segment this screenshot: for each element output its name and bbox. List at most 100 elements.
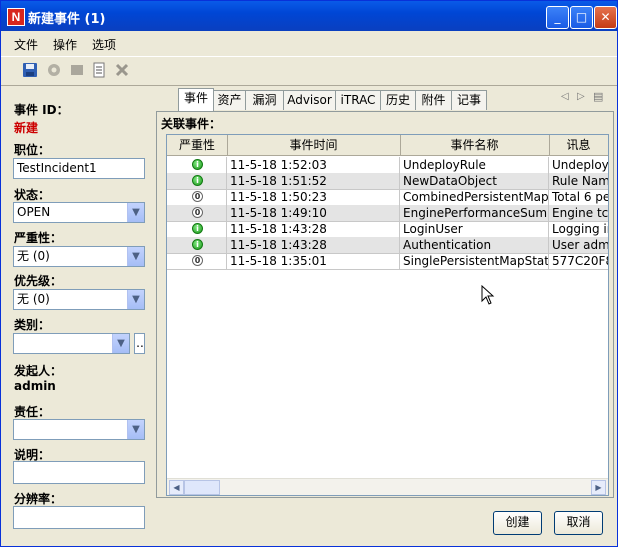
table-row[interactable]: 0 11-5-18 1:35:01 SinglePersistentMapStatu… bbox=[167, 253, 608, 270]
chevron-down-icon[interactable]: ▼ bbox=[127, 290, 144, 309]
tab-strip: 事件 资产 漏洞 Advisor iTRAC 历史 附件 记事 ◁ ▷ ▤ bbox=[154, 87, 617, 111]
table-row[interactable]: 0 11-5-18 1:49:10 EnginePerformanceSum... E… bbox=[167, 205, 608, 222]
minimize-button[interactable]: _ bbox=[546, 6, 569, 29]
tab-scroll-right-icon[interactable]: ▷ bbox=[577, 91, 585, 102]
description-field[interactable] bbox=[13, 461, 145, 484]
category-select[interactable]: ▼ bbox=[13, 333, 130, 354]
event-name-cell: LoginUser bbox=[400, 221, 549, 237]
close-button[interactable]: ✕ bbox=[594, 6, 617, 29]
message-cell: Engine tch bbox=[552, 206, 608, 220]
category-browse-button[interactable]: .. bbox=[134, 333, 145, 354]
status-select[interactable]: OPEN ▼ bbox=[13, 202, 145, 223]
tab-advisor[interactable]: Advisor bbox=[283, 90, 336, 110]
position-field[interactable]: TestIncident1 bbox=[13, 158, 145, 179]
event-name-cell: EnginePerformanceSum... bbox=[400, 205, 549, 221]
event-id-label: 事件 ID： bbox=[14, 103, 69, 117]
tab-history[interactable]: 历史 bbox=[380, 90, 416, 110]
owner-select[interactable]: ▼ bbox=[13, 419, 145, 440]
menu-options[interactable]: 选项 bbox=[92, 36, 116, 53]
chevron-down-icon[interactable]: ▼ bbox=[127, 247, 144, 266]
tab-itrac[interactable]: iTRAC bbox=[335, 90, 381, 110]
table-row[interactable]: i 11-5-18 1:51:52 NewDataObject Rule Nam bbox=[167, 173, 608, 190]
message-cell: Rule Nam bbox=[552, 174, 608, 188]
scroll-thumb[interactable] bbox=[184, 480, 220, 495]
save-icon[interactable] bbox=[22, 62, 38, 78]
related-events-label: 关联事件： bbox=[161, 117, 222, 131]
severity-cell: 0 bbox=[167, 205, 227, 221]
event-time-cell: 11-5-18 1:43:28 bbox=[227, 221, 400, 237]
table-row[interactable]: i 11-5-18 1:43:28LoginUserLogging in bbox=[167, 221, 608, 238]
incident-window: N 新建事件 (1) _ □ ✕ 文件 操作 选项 事件 ID： 新建 职位： … bbox=[0, 0, 618, 547]
window-title: 新建事件 (1) bbox=[28, 12, 106, 27]
table-header: 严重性 事件时间 事件名称 讯息 bbox=[167, 135, 608, 156]
message-cell: Undeploy bbox=[552, 158, 608, 172]
delete-icon[interactable] bbox=[114, 62, 130, 78]
table-row[interactable]: i 11-5-18 1:43:28 Authentication User adm bbox=[167, 237, 608, 254]
event-time-cell: 11-5-18 1:52:03 bbox=[227, 157, 400, 173]
priority-value: 无 (0) bbox=[17, 292, 50, 306]
event-name-cell: SinglePersistentMapStatus bbox=[400, 253, 549, 269]
priority-select[interactable]: 无 (0) ▼ bbox=[13, 289, 145, 310]
menu-actions[interactable]: 操作 bbox=[53, 36, 77, 53]
event-time-cell: 11-5-18 1:50:23 bbox=[227, 189, 400, 205]
event-name-cell: NewDataObject bbox=[400, 173, 549, 189]
chevron-down-icon[interactable]: ▼ bbox=[127, 420, 144, 439]
severity-label: 严重性： bbox=[14, 231, 63, 245]
title-bar[interactable]: N 新建事件 (1) _ □ ✕ bbox=[1, 1, 617, 31]
cancel-button[interactable]: 取消 bbox=[554, 511, 603, 535]
severity-icon: 0 bbox=[192, 255, 203, 266]
event-name-cell: CombinedPersistentMap... bbox=[400, 189, 549, 205]
col-event-name[interactable]: 事件名称 bbox=[400, 135, 550, 155]
scroll-left-icon[interactable]: ◀ bbox=[169, 480, 184, 495]
resolution-field[interactable] bbox=[13, 506, 145, 529]
category-label: 类别： bbox=[14, 318, 51, 332]
chevron-down-icon[interactable]: ▼ bbox=[127, 203, 144, 222]
col-message[interactable]: 讯息 bbox=[549, 135, 608, 155]
scroll-right-icon[interactable]: ▶ bbox=[591, 480, 606, 495]
event-time-cell: 11-5-18 1:35:01 bbox=[227, 253, 400, 269]
tab-list-icon[interactable]: ▤ bbox=[593, 90, 603, 103]
owner-label: 责任： bbox=[14, 405, 51, 419]
chevron-down-icon[interactable]: ▼ bbox=[112, 334, 129, 353]
close-icon: ✕ bbox=[600, 10, 611, 24]
event-name-cell: Authentication bbox=[400, 237, 549, 253]
severity-cell: i bbox=[167, 237, 227, 253]
event-time-cell: 11-5-18 1:49:10 bbox=[227, 205, 400, 221]
tab-attachments[interactable]: 附件 bbox=[415, 90, 452, 110]
app-logo-icon: N bbox=[7, 8, 25, 26]
status-label: 状态： bbox=[14, 188, 51, 202]
incident-form: 事件 ID： 新建 职位： TestIncident1 状态： OPEN ▼ 严… bbox=[1, 86, 153, 546]
tab-vulnerabilities[interactable]: 漏洞 bbox=[245, 90, 284, 110]
col-severity[interactable]: 严重性 bbox=[167, 135, 228, 155]
message-cell: User adm bbox=[552, 238, 608, 252]
event-id-value: 新建 bbox=[14, 121, 39, 135]
resolution-label: 分辨率： bbox=[14, 492, 63, 506]
notes-icon[interactable] bbox=[91, 62, 107, 78]
severity-cell: i bbox=[167, 173, 227, 189]
tab-notes[interactable]: 记事 bbox=[451, 90, 487, 110]
table-row[interactable]: 0 11-5-18 1:50:23 CombinedPersistentMap...… bbox=[167, 189, 608, 206]
menu-file[interactable]: 文件 bbox=[14, 36, 38, 53]
create-button[interactable]: 创建 bbox=[493, 511, 542, 535]
tab-assets[interactable]: 资产 bbox=[213, 90, 246, 110]
severity-cell: 0 bbox=[167, 253, 227, 269]
severity-icon: i bbox=[192, 159, 203, 170]
severity-icon: 0 bbox=[192, 207, 203, 218]
maximize-button[interactable]: □ bbox=[570, 6, 593, 29]
tab-scroll-left-icon[interactable]: ◁ bbox=[561, 91, 569, 102]
events-tab-panel: 关联事件： 严重性 事件时间 事件名称 讯息 i 11-5-18 1:52:03 U… bbox=[156, 111, 614, 498]
gear-icon[interactable] bbox=[46, 62, 62, 78]
event-time-cell: 11-5-18 1:51:52 bbox=[227, 173, 400, 189]
initiator-value: admin bbox=[14, 379, 56, 393]
col-event-time[interactable]: 事件时间 bbox=[227, 135, 401, 155]
message-cell: Logging in bbox=[552, 222, 608, 236]
mouse-cursor-icon bbox=[481, 285, 495, 305]
horizontal-scrollbar[interactable]: ◀ ▶ bbox=[167, 478, 608, 495]
tab-events[interactable]: 事件 bbox=[178, 88, 214, 111]
table-row[interactable]: i 11-5-18 1:52:03 UndeployRule Undeploy bbox=[167, 157, 608, 174]
position-label: 职位： bbox=[14, 143, 51, 157]
stop-icon[interactable] bbox=[69, 62, 85, 78]
priority-label: 优先级： bbox=[14, 274, 63, 288]
menu-bar: 文件 操作 选项 bbox=[1, 32, 617, 54]
severity-select[interactable]: 无 (0) ▼ bbox=[13, 246, 145, 267]
